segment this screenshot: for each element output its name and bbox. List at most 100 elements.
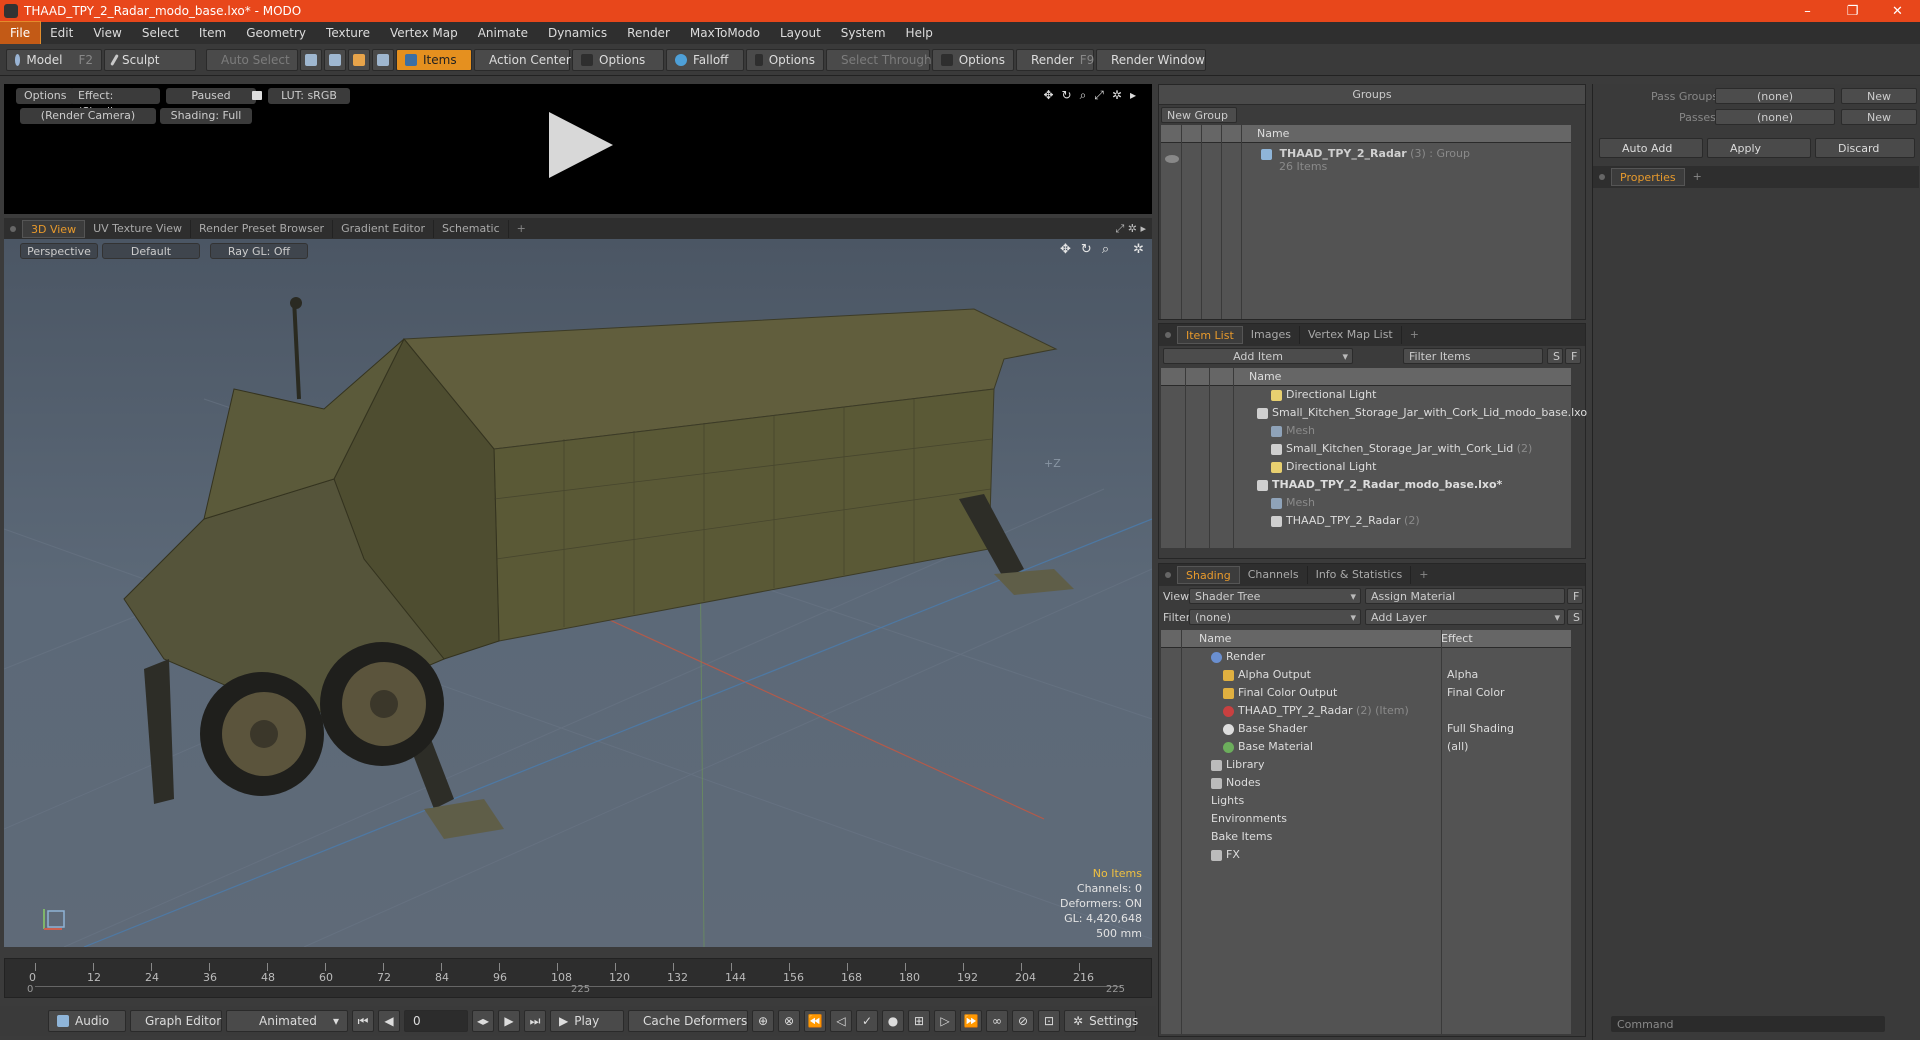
first-frame-button[interactable]: ⏮ (352, 1010, 374, 1032)
menu-item[interactable]: Item (189, 22, 236, 44)
menu-texture[interactable]: Texture (316, 22, 380, 44)
play-button[interactable]: ▶ Play (550, 1010, 624, 1032)
add-tab-button[interactable]: + (1411, 566, 1436, 584)
shader-row[interactable]: Environments (1161, 810, 1571, 828)
tab-images[interactable]: Images (1243, 326, 1300, 344)
lock-icon[interactable] (252, 91, 262, 100)
menu-view[interactable]: View (83, 22, 131, 44)
menu-dynamics[interactable]: Dynamics (538, 22, 617, 44)
graph-editor-button[interactable]: Graph Editor (130, 1010, 222, 1032)
add-layer-dropdown[interactable]: Add Layer ▾ (1365, 609, 1565, 625)
shading-f-button[interactable]: F (1567, 588, 1583, 604)
key-button-10[interactable]: ⊘ (1012, 1010, 1034, 1032)
edges-mode-button[interactable] (324, 48, 346, 71)
assign-material-button[interactable]: Assign Material (1365, 588, 1565, 604)
preview-options-button[interactable]: Options (16, 88, 75, 104)
key-button-5[interactable]: ✓ (856, 1010, 878, 1032)
settings-button[interactable]: ✲ Settings (1064, 1010, 1138, 1032)
tab-shading[interactable]: Shading (1177, 566, 1240, 584)
rotate-icon[interactable]: ↻ (1062, 88, 1072, 103)
shader-row[interactable]: Final Color Output Final Color (1161, 684, 1571, 702)
vertices-mode-button[interactable] (300, 48, 322, 71)
zoom-icon[interactable]: ⌕ (1080, 88, 1087, 103)
tab-uv-texture-view[interactable]: UV Texture View (85, 220, 192, 238)
prev-frame-button[interactable]: ◀ (378, 1010, 400, 1032)
new-pass-group-button[interactable]: New (1841, 88, 1917, 104)
audio-button[interactable]: Audio (48, 1010, 126, 1032)
preview-lut-dropdown[interactable]: LUT: sRGB (268, 88, 350, 104)
timeline[interactable]: 0 12 24 36 48 60 72 84 96 108 120 132 144 156 168 180 19… (4, 958, 1152, 998)
record-button[interactable]: ● (882, 1010, 904, 1032)
shader-row[interactable]: FX (1161, 846, 1571, 864)
search-f-button[interactable]: F (1565, 348, 1581, 364)
list-item[interactable]: THAAD_TPY_2_Radar (2) (1161, 512, 1571, 530)
menu-vertex-map[interactable]: Vertex Map (380, 22, 468, 44)
falloff-options-button[interactable]: Options (746, 48, 824, 71)
restore-button[interactable]: ❐ (1830, 4, 1875, 19)
key-button-4[interactable]: ◁ (830, 1010, 852, 1032)
shader-row[interactable]: Base Material (all) (1161, 738, 1571, 756)
preview-paused-button[interactable]: Paused (166, 88, 256, 104)
key-button-8[interactable]: ⏩ (960, 1010, 982, 1032)
menu-file[interactable]: File (0, 21, 42, 45)
next-frame-button[interactable]: ▶ (498, 1010, 520, 1032)
list-item[interactable]: THAAD_TPY_2_Radar_modo_base.lxo* (1161, 476, 1571, 494)
shader-row[interactable]: Bake Items (1161, 828, 1571, 846)
add-tab-button[interactable]: + (509, 220, 534, 238)
list-item[interactable]: Directional Light (1161, 458, 1571, 476)
add-tab-button[interactable]: + (1402, 326, 1427, 344)
command-input[interactable]: Command (1611, 1016, 1885, 1032)
tab-item-list[interactable]: Item List (1177, 326, 1243, 344)
apply-button[interactable]: Apply (1707, 138, 1811, 158)
shader-row[interactable]: Render (1161, 648, 1571, 666)
close-button[interactable]: ✕ (1875, 4, 1920, 19)
last-frame-button[interactable]: ⏭ (524, 1010, 546, 1032)
tab-render-preset-browser[interactable]: Render Preset Browser (191, 220, 334, 238)
render-button[interactable]: Render F9 (1016, 48, 1094, 71)
item-list[interactable]: Name Directional Light Small_Kitchen_Sto… (1161, 368, 1587, 548)
add-tab-button[interactable]: + (1685, 168, 1710, 186)
new-pass-button[interactable]: New (1841, 109, 1917, 125)
menu-animate[interactable]: Animate (468, 22, 538, 44)
play-icon[interactable] (549, 112, 613, 178)
key-button-2[interactable]: ⊗ (778, 1010, 800, 1032)
shader-row[interactable]: Library (1161, 756, 1571, 774)
gear-icon[interactable]: ✲ (1112, 88, 1122, 103)
eye-icon[interactable] (1165, 155, 1179, 163)
shader-row[interactable]: THAAD_TPY_2_Radar (2) (Item) (1161, 702, 1571, 720)
select-through-options-button[interactable]: Options (932, 48, 1014, 71)
auto-select-button[interactable]: Auto Select (206, 48, 298, 71)
preview-effect-dropdown[interactable]: Effect: (Shadi... (70, 88, 160, 118)
tab-properties[interactable]: Properties (1611, 168, 1685, 186)
key-button-1[interactable]: ⊕ (752, 1010, 774, 1032)
list-item[interactable]: Small_Kitchen_Storage_Jar_with_Cork_Lid … (1161, 440, 1571, 458)
filter-items-input[interactable]: Filter Items (1403, 348, 1543, 364)
key-button-3[interactable]: ⏪ (804, 1010, 826, 1032)
menu-render[interactable]: Render (617, 22, 680, 44)
menu-help[interactable]: Help (896, 22, 943, 44)
tab-schematic[interactable]: Schematic (434, 220, 509, 238)
items-mode-button[interactable]: Items (396, 48, 472, 71)
action-center-options-button[interactable]: Options (572, 48, 664, 71)
shader-row[interactable]: Base Shader Full Shading (1161, 720, 1571, 738)
animated-dropdown[interactable]: Animated ▾ (226, 1010, 348, 1032)
add-item-dropdown[interactable]: Add Item ▾ (1163, 348, 1353, 364)
tab-vertex-map-list[interactable]: Vertex Map List (1300, 326, 1402, 344)
shader-tree[interactable]: Name Effect Render Alpha Output Alpha Fin… (1161, 630, 1571, 1034)
maximize-icon[interactable]: ⤢ (1094, 88, 1104, 103)
arrow-right-icon[interactable]: ▸ (1130, 88, 1136, 103)
list-item[interactable]: Small_Kitchen_Storage_Jar_with_Cork_Lid_… (1161, 404, 1587, 422)
3d-viewport[interactable]: Perspective Default Ray GL: Off ✥ ↻ ⌕ ✲ … (4, 239, 1152, 947)
preview-camera-dropdown[interactable]: (Render Camera) (20, 108, 156, 124)
maximize-icon[interactable]: ⤢ (1115, 222, 1124, 235)
tab-gradient-editor[interactable]: Gradient Editor (333, 220, 434, 238)
pass-groups-dropdown[interactable]: (none) (1715, 88, 1835, 104)
menu-geometry[interactable]: Geometry (236, 22, 316, 44)
render-window-button[interactable]: Render Window (1096, 48, 1206, 71)
shader-row[interactable]: Nodes (1161, 774, 1571, 792)
groups-list[interactable]: Name THAAD_TPY_2_Radar (3) : Group 26 It… (1161, 125, 1571, 319)
model-mode-button[interactable]: Model F2 (6, 48, 102, 71)
menu-edit[interactable]: Edit (40, 22, 83, 44)
polygons-mode-button[interactable] (348, 48, 370, 71)
shading-s-button[interactable]: S (1567, 609, 1583, 625)
